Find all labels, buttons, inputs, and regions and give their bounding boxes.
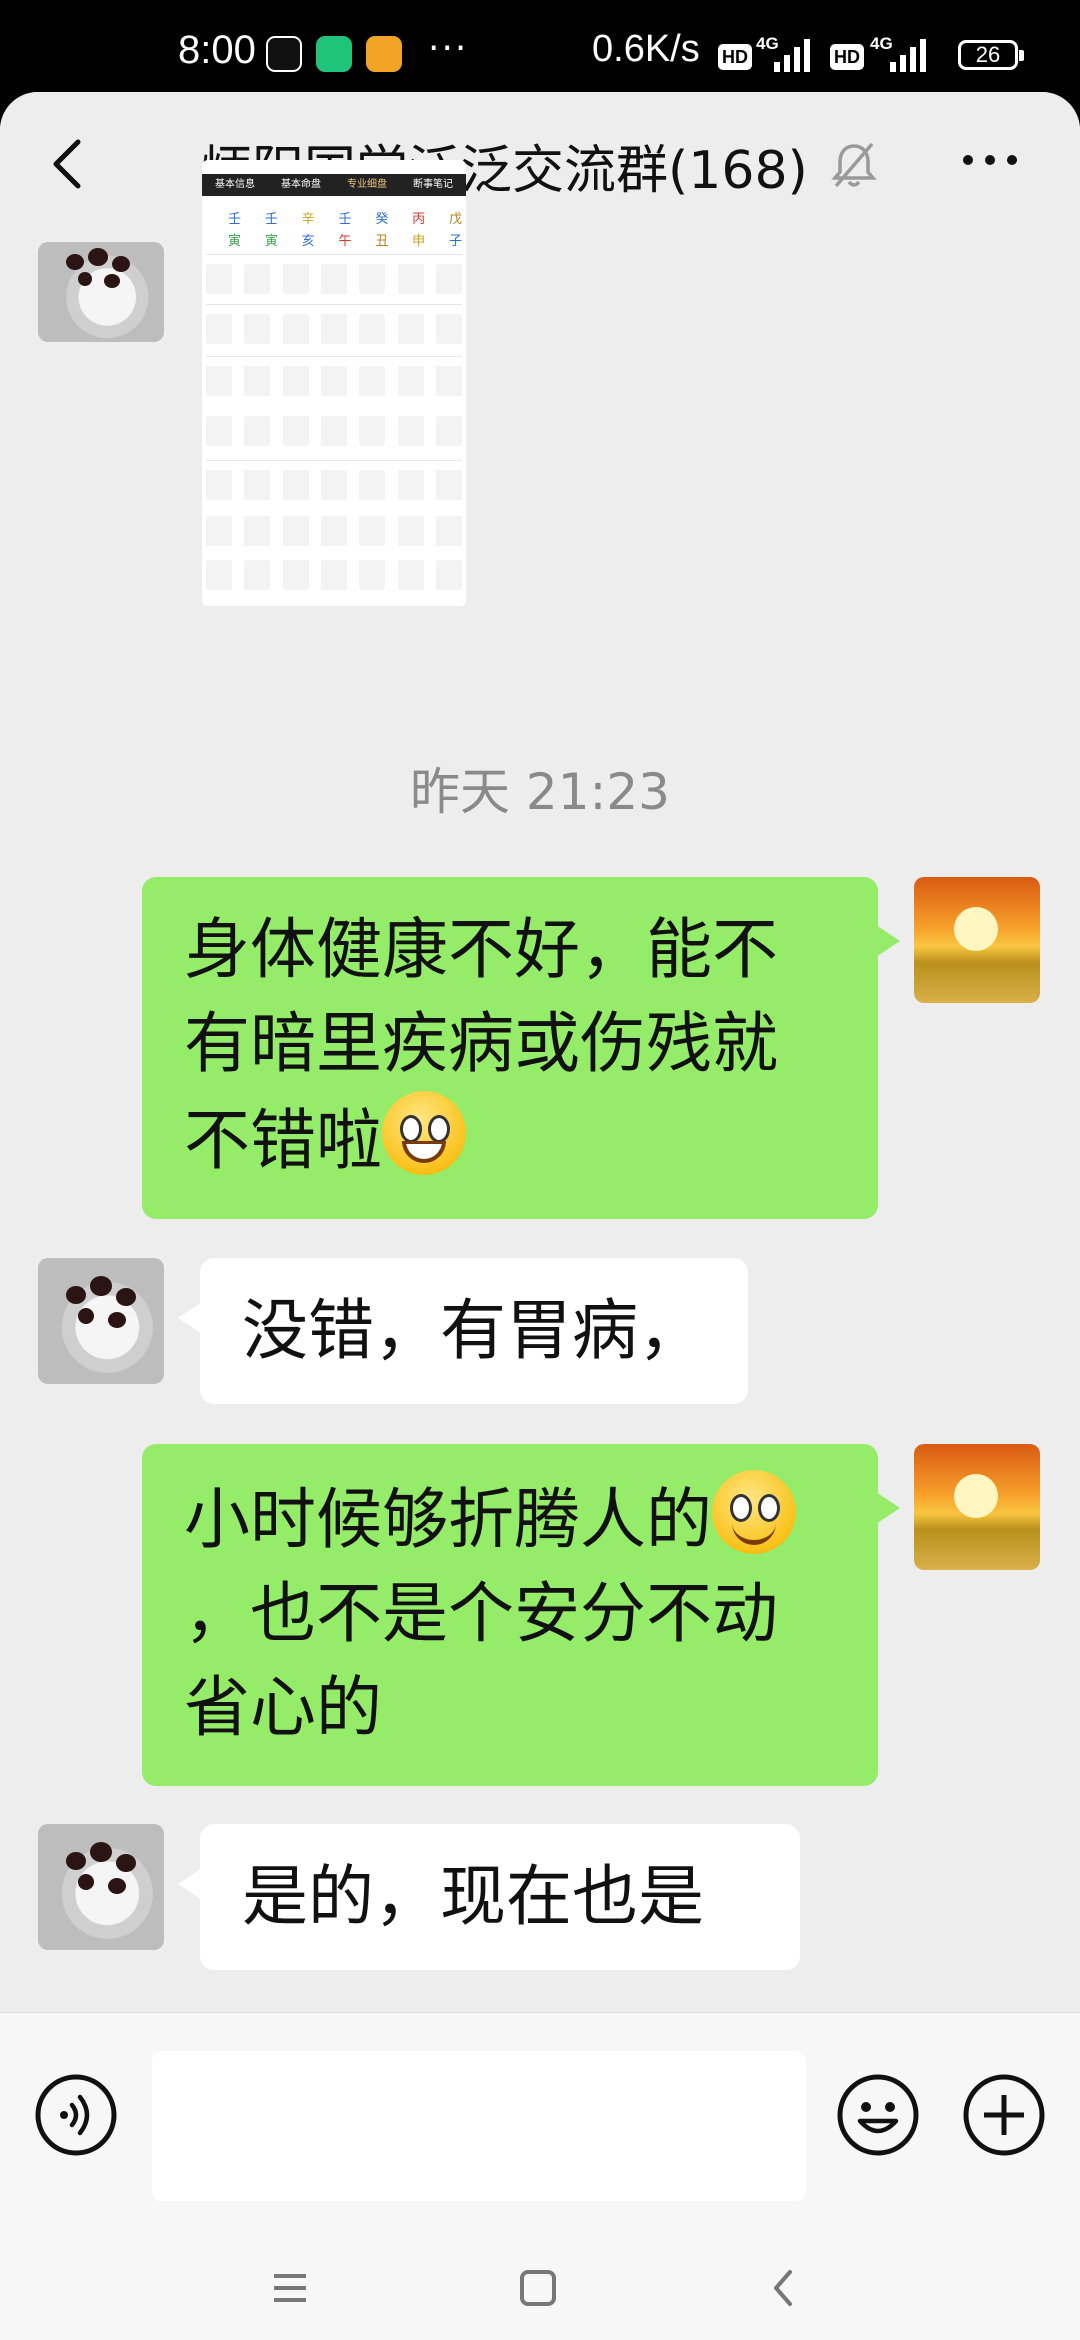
weibo-notification-icon	[366, 36, 402, 72]
voice-icon[interactable]	[34, 2073, 118, 2157]
sender-avatar[interactable]	[38, 1258, 164, 1384]
message-bubble-sent[interactable]: 小时候够折腾人的 ，也不是个安分不动省心的	[142, 1444, 900, 1786]
chat-window: 炳阳国学泛泛交流群(168) 基本信息 基本命盘 专业细盘 断事笔记 壬 壬 辛…	[0, 92, 1080, 2340]
message-input[interactable]	[152, 2051, 806, 2201]
mute-bell-icon	[831, 142, 877, 188]
plus-icon[interactable]	[962, 2073, 1046, 2157]
my-avatar[interactable]	[914, 877, 1040, 1003]
more-dots-icon[interactable]	[960, 140, 1020, 180]
hd-icon: HD	[718, 44, 752, 70]
emoji-icon[interactable]	[836, 2073, 920, 2157]
image-branches-row: 寅 寅 亥 午 丑 申 子	[228, 234, 462, 249]
grinning-face-emoji-icon	[382, 1091, 466, 1175]
hd-icon-2: HD	[830, 44, 864, 70]
message-text: ，也不是个安分不动省心的	[184, 1575, 778, 1746]
message-text: 小时候够折腾人的	[184, 1481, 712, 1558]
image-tab: 断事笔记	[413, 179, 453, 190]
signal-icon	[774, 39, 810, 72]
tiktok-notification-icon	[266, 36, 302, 72]
my-avatar[interactable]	[914, 1444, 1040, 1570]
input-bar	[0, 2012, 1080, 2243]
image-tab: 专业细盘	[347, 179, 387, 190]
network-speed: 0.6K/s	[592, 28, 700, 70]
more-notifications-icon: ···	[428, 28, 469, 69]
shield-notification-icon	[316, 36, 352, 72]
message-bubble-received[interactable]: 是的，现在也是	[178, 1824, 800, 1970]
message-text: 没错，有胃病，	[242, 1292, 704, 1369]
image-tab: 基本信息	[215, 179, 255, 190]
message-bubble-sent[interactable]: 身体健康不好，能不有暗里疾病或伤残就不错啦	[142, 877, 900, 1219]
system-nav-bar	[0, 2242, 1080, 2340]
sender-avatar[interactable]	[38, 242, 164, 342]
back-icon[interactable]	[760, 2264, 808, 2312]
timestamp: 昨天 21:23	[410, 763, 670, 821]
home-icon[interactable]	[514, 2264, 562, 2312]
smiling-face-emoji-icon	[712, 1470, 796, 1554]
message-bubble-received[interactable]: 没错，有胃病，	[178, 1258, 748, 1404]
menu-icon[interactable]	[266, 2264, 314, 2312]
signal-icon-2	[890, 39, 926, 72]
image-tab: 基本命盘	[281, 179, 321, 190]
sender-avatar[interactable]	[38, 1824, 164, 1950]
battery-icon: 26	[958, 40, 1024, 70]
shared-chart-image[interactable]: 基本信息 基本命盘 专业细盘 断事笔记 壬 壬 辛 壬 癸 丙 戊 寅 寅 亥 …	[202, 160, 466, 606]
chat-header: 炳阳国学泛泛交流群(168)	[0, 92, 1080, 236]
image-tab-strip: 基本信息 基本命盘 专业细盘 断事笔记	[202, 174, 466, 196]
message-text: 是的，现在也是	[242, 1858, 704, 1935]
image-stems-row: 壬 壬 辛 壬 癸 丙 戊	[228, 212, 462, 227]
back-arrow-icon[interactable]	[42, 136, 98, 192]
status-time: 8:00	[178, 28, 256, 72]
message-text: 身体健康不好，能不有暗里疾病或伤残就不错啦	[184, 911, 778, 1179]
